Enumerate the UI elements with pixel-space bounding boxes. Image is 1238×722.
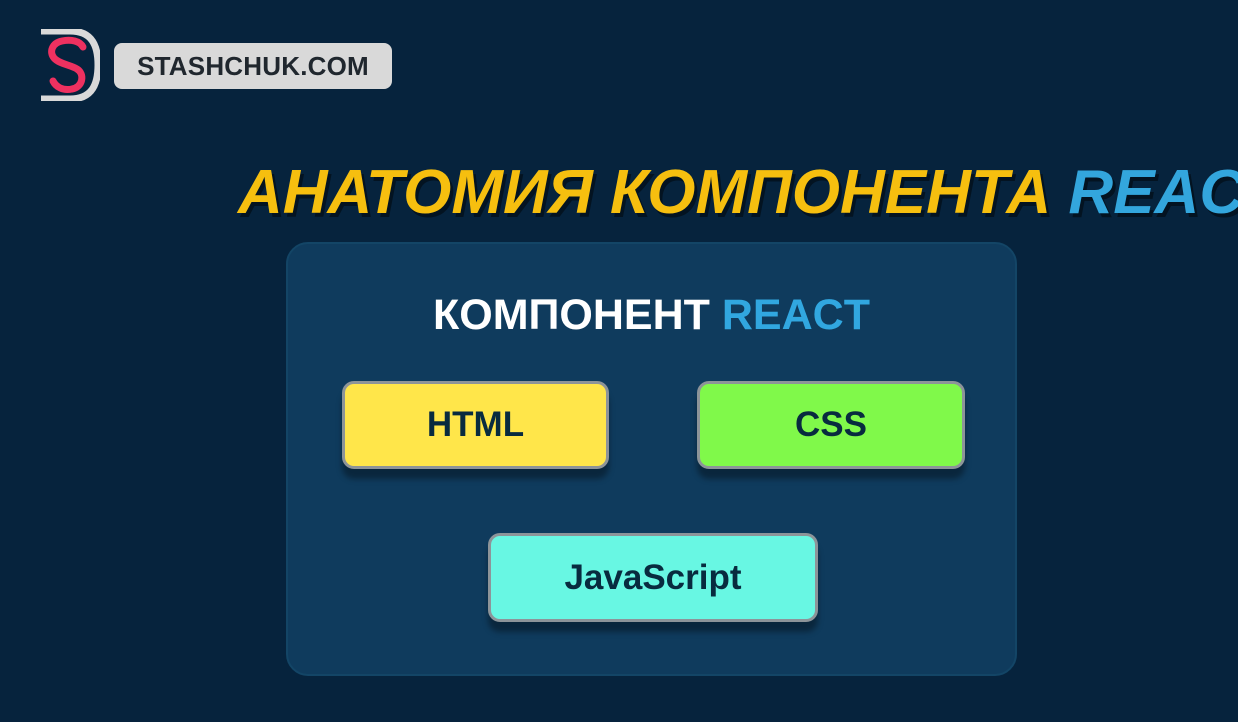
brand-name-badge: STASHCHUK.COM <box>114 43 392 89</box>
component-title: КОМПОНЕНТ REACT <box>288 290 1015 340</box>
react-component-panel: КОМПОНЕНТ REACT HTML CSS JavaScript <box>286 242 1017 676</box>
html-box: HTML <box>342 381 609 469</box>
component-title-react: REACT <box>721 291 870 339</box>
page-title: АНАТОМИЯ КОМПОНЕНТА REACT <box>238 154 1238 232</box>
page-title-react: REACT <box>1068 157 1238 227</box>
javascript-box: JavaScript <box>488 533 818 622</box>
css-box: CSS <box>697 381 965 469</box>
stashchuk-logo-icon <box>38 27 102 103</box>
page-title-main: АНАТОМИЯ КОМПОНЕНТА <box>238 157 1052 227</box>
component-title-main: КОМПОНЕНТ <box>433 291 710 339</box>
